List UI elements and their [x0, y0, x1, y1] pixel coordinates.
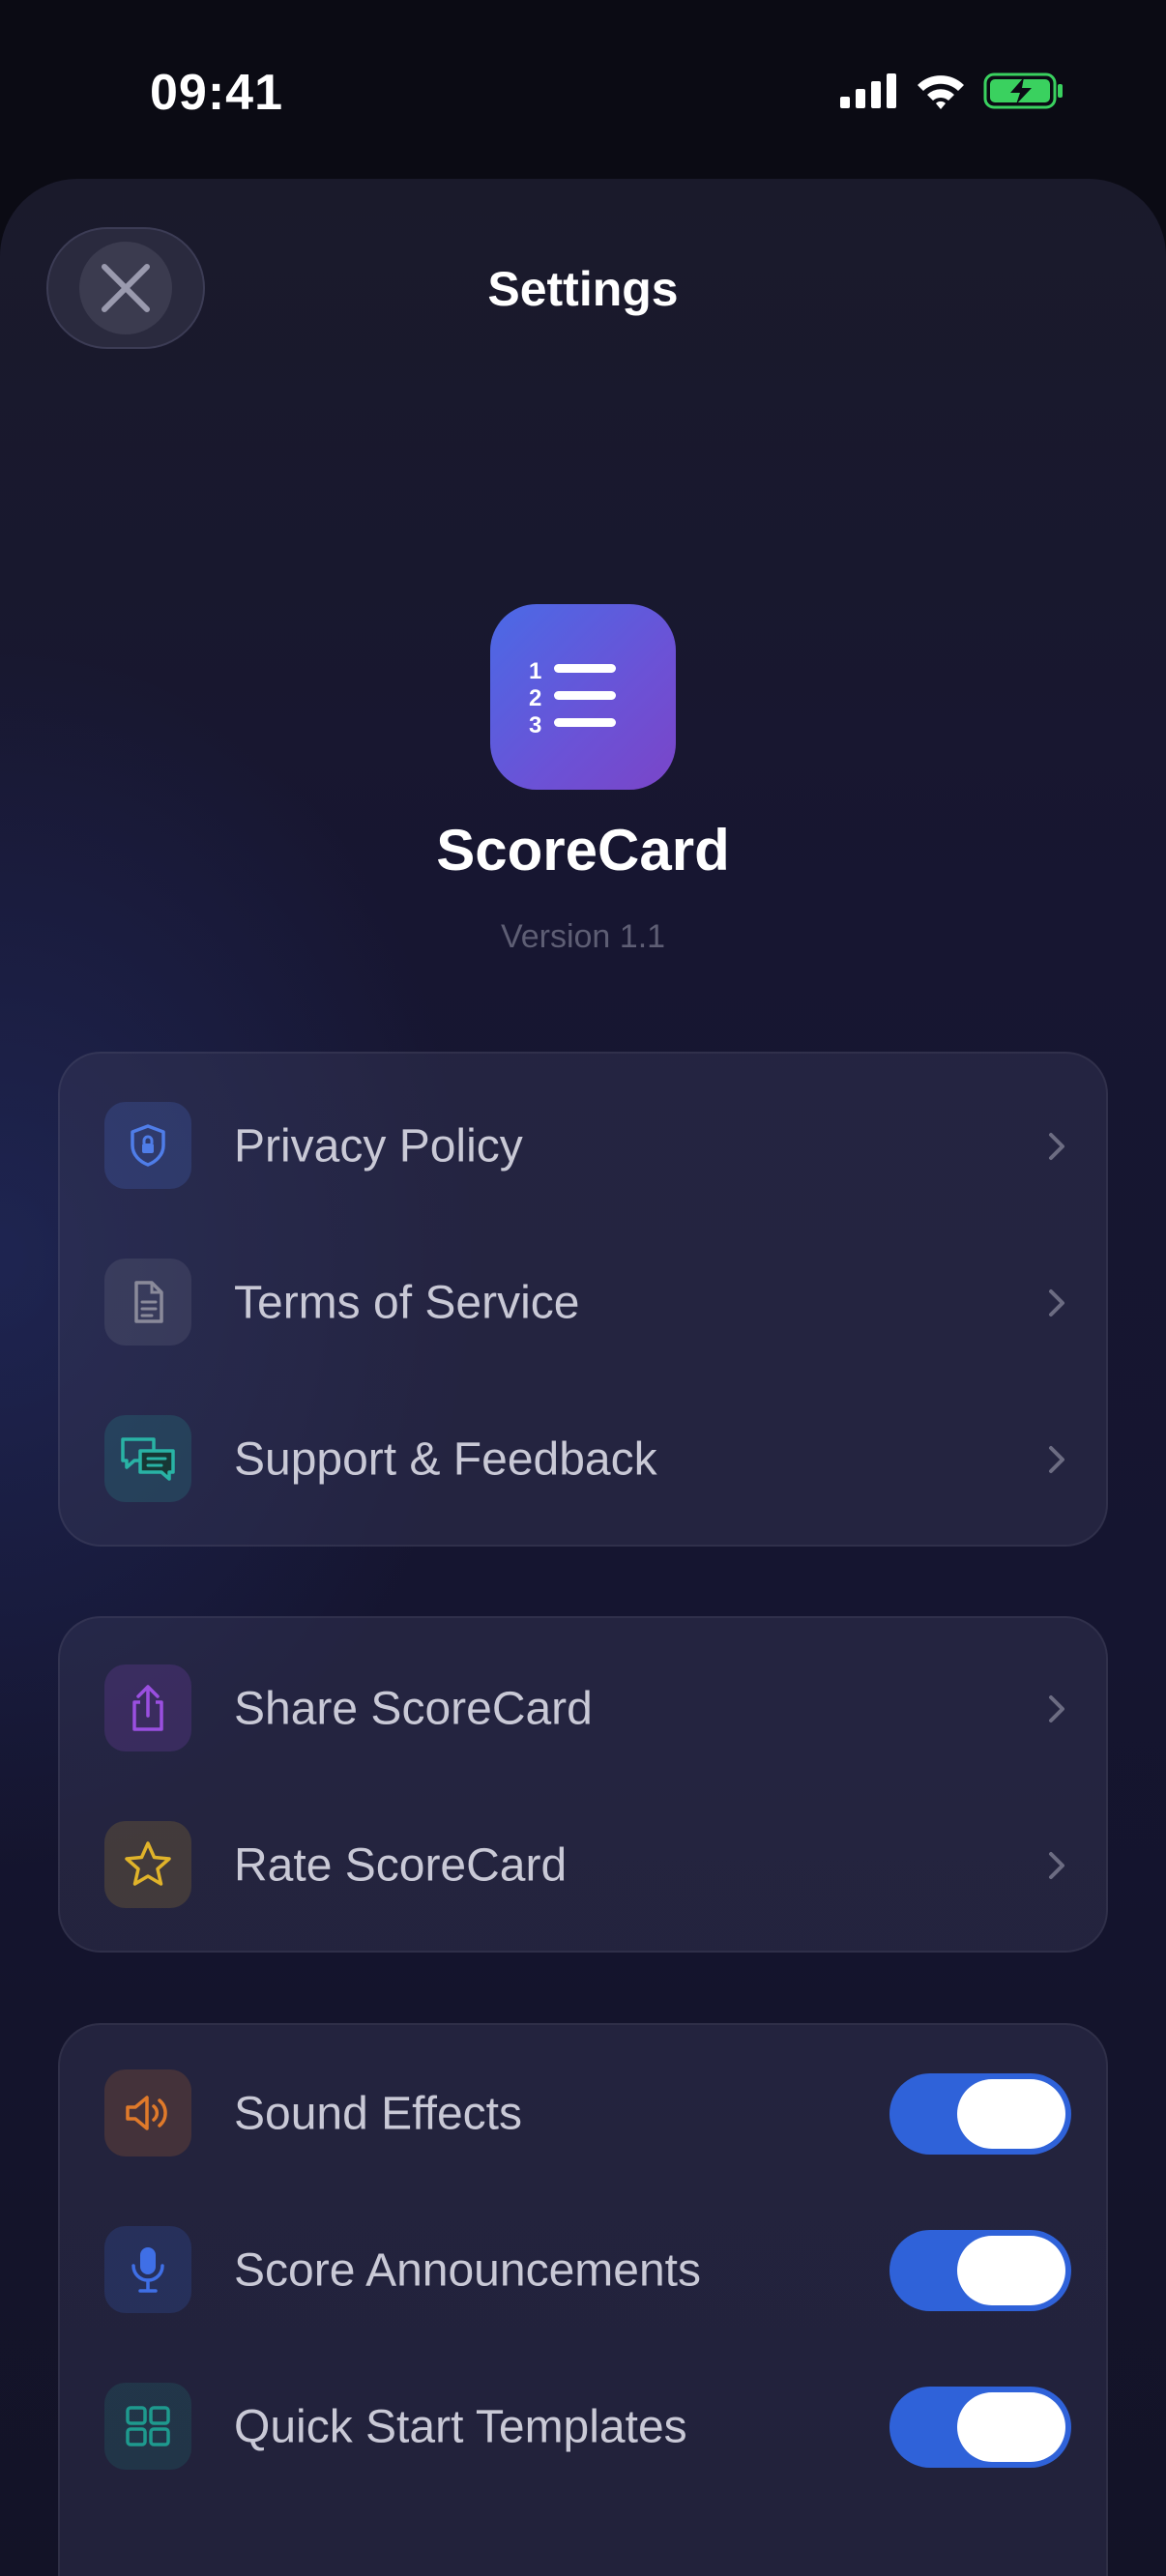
score-announcements-row: Score Announcements [60, 2191, 1110, 2349]
app-icon: 1 2 3 [490, 604, 676, 790]
score-announcements-toggle[interactable] [889, 2229, 1071, 2311]
sound-effects-toggle[interactable] [889, 2072, 1071, 2155]
status-bar: 09:41 [0, 0, 1166, 184]
page-title: Settings [487, 262, 679, 316]
grid-icon [104, 2383, 191, 2470]
quick-start-templates-toggle[interactable] [889, 2386, 1071, 2468]
chevron-right-icon [1049, 1851, 1064, 1879]
chat-bubbles-icon [104, 1415, 191, 1502]
shield-lock-icon [104, 1102, 191, 1189]
toggle-knob [957, 2078, 1065, 2149]
speaker-icon [104, 2069, 191, 2156]
battery-charging-icon [983, 72, 1064, 115]
app-version: Version 1.1 [500, 918, 666, 955]
share-scorecard-row[interactable]: Share ScoreCard [60, 1630, 1110, 1787]
chevron-right-icon [1049, 1445, 1064, 1473]
svg-text:2: 2 [529, 685, 541, 711]
share-group: Share ScoreCard Rate ScoreCard [58, 1616, 1108, 1953]
numbered-list-icon: 1 2 3 [529, 658, 616, 738]
terms-of-service-label: Terms of Service [234, 1277, 580, 1328]
share-icon [104, 1664, 191, 1751]
chevron-right-icon [1049, 1694, 1064, 1722]
toggle-knob [957, 2235, 1065, 2305]
document-icon [104, 1259, 191, 1346]
info-group: Privacy Policy Terms of Service Support … [58, 1052, 1108, 1547]
cellular-signal-icon [840, 73, 898, 113]
toggles-group: Sound Effects Score Announcements Quick … [58, 2023, 1108, 2576]
privacy-policy-row[interactable]: Privacy Policy [60, 1067, 1110, 1225]
support-feedback-label: Support & Feedback [234, 1433, 657, 1485]
support-feedback-row[interactable]: Support & Feedback [60, 1380, 1110, 1538]
quick-start-templates-row: Quick Start Templates [60, 2348, 1110, 2505]
sound-effects-label: Sound Effects [234, 2088, 522, 2139]
sound-effects-row: Sound Effects [60, 2035, 1110, 2192]
svg-text:1: 1 [529, 658, 541, 684]
app-name: ScoreCard [436, 818, 730, 883]
rate-scorecard-label: Rate ScoreCard [234, 1839, 568, 1891]
chevron-right-icon [1049, 1288, 1064, 1317]
settings-sheet: Settings 1 2 3 ScoreCard Version 1.1 Pri… [0, 179, 1166, 2576]
score-announcements-label: Score Announcements [234, 2244, 701, 2296]
svg-text:3: 3 [529, 712, 541, 738]
microphone-icon [104, 2226, 191, 2313]
wifi-icon [916, 72, 966, 114]
terms-of-service-row[interactable]: Terms of Service [60, 1224, 1110, 1381]
star-icon [104, 1821, 191, 1908]
status-time: 09:41 [150, 65, 283, 121]
quick-start-templates-label: Quick Start Templates [234, 2401, 687, 2452]
toggle-knob [957, 2391, 1065, 2462]
privacy-policy-label: Privacy Policy [234, 1120, 523, 1172]
status-icons [840, 72, 1064, 115]
chevron-right-icon [1049, 1132, 1064, 1160]
share-scorecard-label: Share ScoreCard [234, 1683, 593, 1734]
rate-scorecard-row[interactable]: Rate ScoreCard [60, 1786, 1110, 1944]
